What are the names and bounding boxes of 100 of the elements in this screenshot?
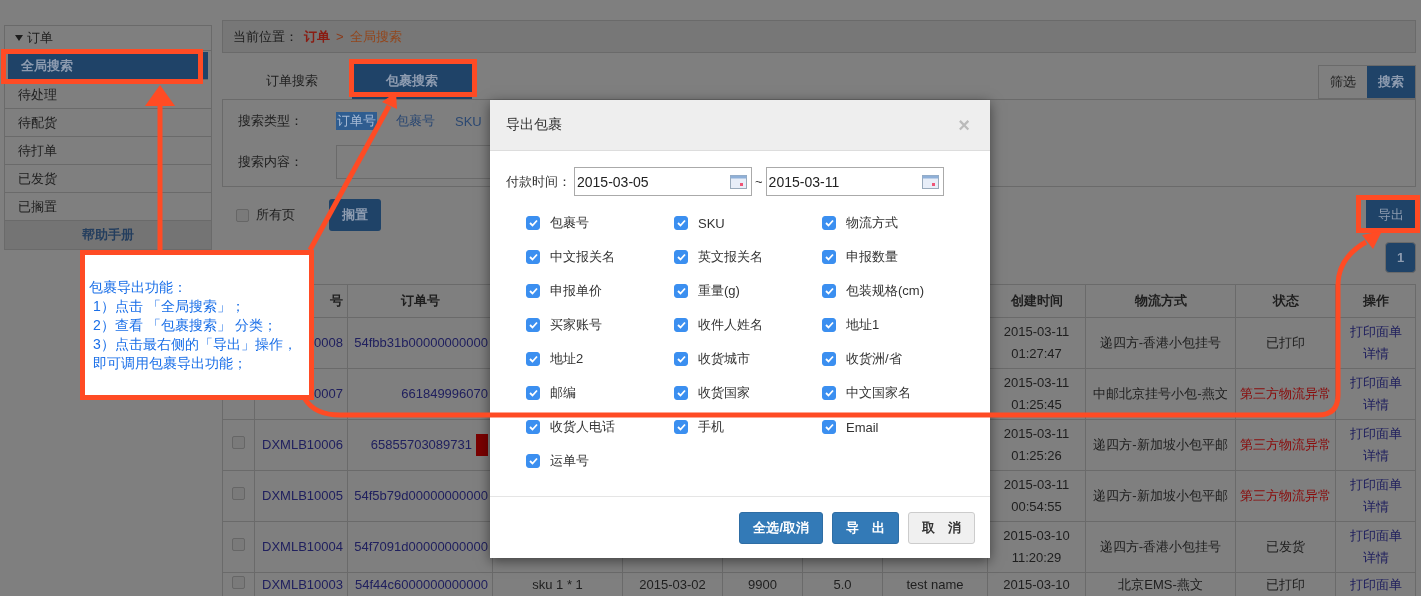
hold-button[interactable]: 搁置 [329, 199, 381, 231]
table-cell: 5.0 [833, 577, 852, 592]
action-link[interactable]: 打印面单 [1340, 474, 1411, 496]
sidebar-item[interactable]: 全局搜索 [8, 52, 208, 80]
shipping-method: 递四方-新加坡小包平邮 [1093, 488, 1228, 503]
action-link[interactable]: 详情 [1340, 394, 1411, 416]
search-type-option[interactable]: 包裹号 [395, 112, 436, 130]
action-link[interactable]: 详情 [1340, 343, 1411, 365]
field-checkbox[interactable] [674, 284, 688, 298]
field-label: 地址1 [846, 316, 880, 334]
date-separator: ~ [755, 174, 763, 189]
field-checkbox[interactable] [526, 284, 540, 298]
created-time: 01:27:47 [1010, 345, 1063, 363]
highlight-frame [1356, 195, 1420, 233]
sidebar-item[interactable]: 待打单 [5, 137, 211, 165]
view-toggle-button[interactable]: 搜索 [1367, 66, 1415, 98]
sidebar-item[interactable]: 待配货 [5, 109, 211, 137]
breadcrumb-item[interactable]: 订单 [304, 27, 330, 46]
field-checkbox[interactable] [526, 386, 540, 400]
package-link[interactable]: 0007 [314, 386, 343, 401]
table-cell: 2015-03-02 [639, 577, 706, 592]
created-time: 00:54:55 [1010, 498, 1063, 516]
status-text: 已打印 [1266, 577, 1305, 592]
field-label: 包装规格(cm) [846, 282, 924, 300]
created-time: 11:20:29 [1010, 549, 1063, 567]
field-checkbox[interactable] [526, 216, 540, 230]
field-checkbox[interactable] [674, 420, 688, 434]
field-checkbox[interactable] [822, 352, 836, 366]
search-type-option[interactable]: 订单号 [336, 112, 377, 130]
breadcrumb-separator: > [336, 29, 344, 44]
field-checkbox[interactable] [526, 352, 540, 366]
package-link[interactable]: 0008 [314, 335, 343, 350]
field-checkbox[interactable] [674, 386, 688, 400]
status-text: 第三方物流异常 [1240, 437, 1331, 452]
field-checkbox[interactable] [526, 250, 540, 264]
column-header: 订单号 [400, 293, 440, 308]
field-checkbox[interactable] [674, 318, 688, 332]
export-button[interactable]: 导出 [1366, 200, 1416, 230]
field-label: 收货国家 [698, 384, 750, 402]
column-header: 状态 [1272, 293, 1299, 308]
all-pages-checkbox[interactable] [236, 208, 249, 222]
created-time: 01:25:45 [1010, 396, 1063, 414]
field-checkbox[interactable] [526, 420, 540, 434]
column-header: 号 [330, 293, 343, 308]
row-checkbox[interactable] [232, 487, 245, 500]
search-type-label: 搜索类型： [238, 112, 304, 130]
field-label: 收货人电话 [550, 418, 615, 436]
row-checkbox[interactable] [232, 538, 245, 551]
calendar-icon[interactable] [921, 174, 939, 189]
annotation-callout: 包裹导出功能： 1）点击 「全局搜索」； 2）查看 「包裹搜索」 分类； 3）点击最右侧的「导出」操作，即可调用包裹导出功能； [80, 250, 314, 400]
shipping-method: 北京EMS-燕文 [1118, 577, 1203, 592]
field-checkbox[interactable] [822, 216, 836, 230]
action-link[interactable]: 打印面单 [1340, 321, 1411, 343]
field-label: 运单号 [550, 452, 589, 470]
sidebar-item[interactable]: 已发货 [5, 165, 211, 193]
field-label: SKU [698, 215, 725, 231]
column-header: 操作 [1362, 293, 1389, 308]
field-label: 买家账号 [550, 316, 602, 334]
row-checkbox[interactable] [232, 436, 245, 449]
order-link[interactable]: 661849996070 [401, 386, 488, 401]
field-checkbox[interactable] [674, 250, 688, 264]
action-link[interactable]: 打印面单 [1340, 423, 1411, 445]
status-text: 第三方物流异常 [1240, 488, 1331, 503]
shipping-method: 递四方-香港小包挂号 [1099, 335, 1222, 350]
dialog-button[interactable]: 导 出 [832, 511, 899, 544]
shipping-method: 递四方-新加坡小包平邮 [1093, 437, 1228, 452]
field-label: 英文报关名 [698, 248, 763, 266]
action-link[interactable]: 详情 [1340, 445, 1411, 467]
search-type-option[interactable]: SKU [454, 113, 483, 129]
field-label: 申报数量 [846, 248, 898, 266]
created-time: 2015-03-10 [1002, 576, 1071, 594]
breadcrumb-label: 当前位置： [233, 27, 298, 46]
field-checkbox[interactable] [822, 318, 836, 332]
action-link[interactable]: 打印面单 [1340, 372, 1411, 394]
dialog-button[interactable]: 全选/取消 [739, 511, 823, 544]
search-tab[interactable]: 订单搜索 [232, 63, 352, 99]
action-link[interactable]: 打印面单 [1340, 525, 1411, 547]
field-checkbox[interactable] [822, 386, 836, 400]
action-link[interactable]: 详情 [1340, 496, 1411, 518]
action-link[interactable]: 详情 [1340, 547, 1411, 569]
date-field[interactable]: 2015-03-05 [574, 167, 752, 196]
field-checkbox[interactable] [674, 352, 688, 366]
created-time: 2015-03-10 [1002, 527, 1071, 545]
field-checkbox[interactable] [822, 420, 836, 434]
calendar-icon[interactable] [730, 174, 747, 189]
field-checkbox[interactable] [526, 454, 540, 468]
date-field[interactable]: 2015-03-11 [765, 167, 944, 196]
field-checkbox[interactable] [822, 250, 836, 264]
help-link[interactable]: 帮助手册 [5, 221, 211, 249]
row-checkbox[interactable] [232, 576, 245, 589]
field-checkbox[interactable] [674, 216, 688, 230]
view-toggle-button[interactable]: 筛选 [1319, 66, 1367, 98]
field-label: 包裹号 [550, 214, 589, 232]
shipping-method: 递四方-香港小包挂号 [1099, 539, 1222, 554]
field-checkbox[interactable] [526, 318, 540, 332]
page-button[interactable]: 1 [1385, 242, 1416, 273]
field-label: 中文报关名 [550, 248, 615, 266]
dialog-button[interactable]: 取 消 [908, 511, 975, 544]
field-label: 物流方式 [846, 214, 898, 232]
field-checkbox[interactable] [822, 284, 836, 298]
